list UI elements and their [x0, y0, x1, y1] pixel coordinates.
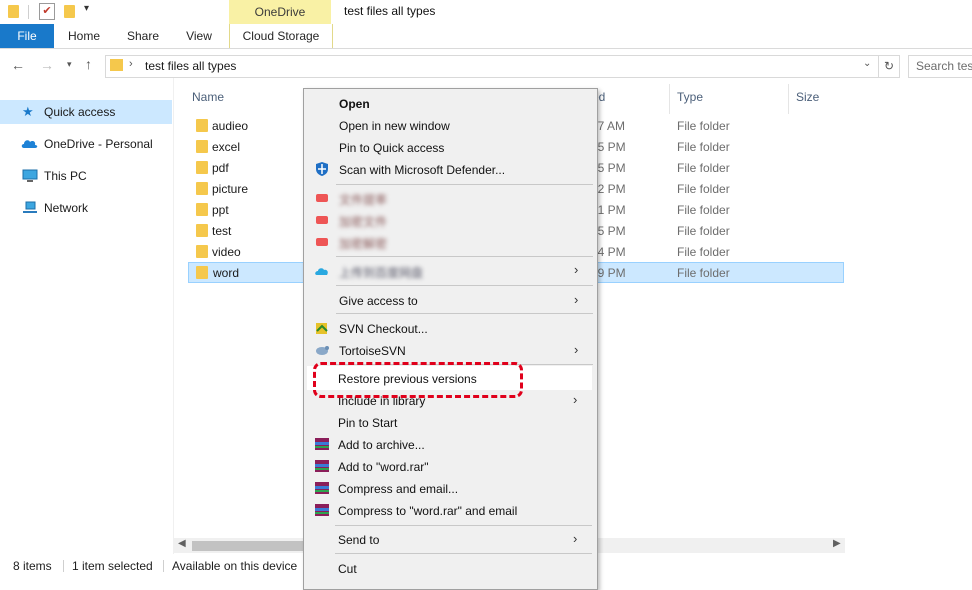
tab-share[interactable]: Share	[117, 24, 169, 48]
folder-icon[interactable]	[8, 5, 19, 18]
defender-shield-icon	[314, 161, 330, 177]
scrollbar-thumb[interactable]	[192, 541, 306, 551]
properties-check-icon[interactable]: ✔	[39, 3, 55, 20]
submenu-arrow-icon: ›	[574, 262, 579, 277]
cloud-icon	[20, 137, 38, 151]
svn-checkout-icon	[314, 320, 330, 336]
submenu-arrow-icon: ›	[573, 392, 578, 407]
breadcrumb-chevron-icon[interactable]: ›	[129, 58, 133, 70]
column-header-size[interactable]: Size	[796, 90, 819, 104]
folder-icon	[196, 182, 208, 195]
folder-icon	[196, 140, 208, 153]
address-dropdown-icon[interactable]: ⌄	[863, 58, 871, 69]
winrar-icon	[314, 480, 330, 499]
menu-item-svn-checkout[interactable]: SVN Checkout...	[339, 322, 428, 336]
new-folder-icon[interactable]	[64, 5, 75, 18]
breadcrumb-current[interactable]: test files all types	[145, 59, 236, 73]
submenu-arrow-icon: ›	[574, 342, 579, 357]
status-availability: Available on this device	[172, 559, 298, 573]
column-separator[interactable]	[669, 84, 670, 114]
tab-file[interactable]: File	[0, 24, 54, 48]
menu-item-blurred[interactable]: 文件提率	[339, 191, 387, 208]
menu-item-give-access[interactable]: Give access to	[339, 294, 418, 308]
folder-icon	[196, 203, 208, 216]
monitor-icon	[22, 169, 38, 183]
tab-view[interactable]: View	[174, 24, 224, 48]
column-header-type[interactable]: Type	[677, 90, 703, 104]
tab-cloud-storage[interactable]: Cloud Storage	[229, 24, 333, 48]
winrar-icon	[314, 436, 330, 455]
customize-toolbar-chevron-icon[interactable]: ▾	[84, 3, 89, 14]
menu-item-add-archive[interactable]: Add to archive...	[338, 438, 425, 452]
menu-item-compress-word-email[interactable]: Compress to "word.rar" and email	[338, 504, 517, 518]
menu-item-add-word-rar[interactable]: Add to "word.rar"	[338, 460, 429, 474]
cloud-upload-icon	[314, 263, 330, 279]
folder-icon	[196, 245, 208, 258]
recent-locations-chevron-icon[interactable]: ▾	[67, 59, 72, 70]
winrar-icon	[314, 502, 330, 521]
submenu-arrow-icon: ›	[573, 531, 578, 546]
status-divider	[163, 560, 164, 572]
menu-separator	[335, 553, 592, 554]
folder-icon	[196, 161, 208, 174]
column-separator[interactable]	[788, 84, 789, 114]
status-item-count: 8 items	[13, 559, 52, 573]
star-icon: ★	[22, 104, 34, 119]
nav-item-quick-access[interactable]: ★ Quick access	[0, 100, 172, 124]
column-header-name[interactable]: Name	[192, 90, 224, 104]
red-app-icon	[314, 190, 330, 206]
menu-item-open[interactable]: Open	[339, 97, 370, 111]
scroll-right-icon[interactable]: ▶	[833, 538, 841, 549]
nav-item-network[interactable]: Network	[0, 196, 172, 220]
menu-item-tortoise-svn[interactable]: TortoiseSVN	[339, 344, 406, 358]
nav-item-onedrive[interactable]: OneDrive - Personal	[0, 132, 172, 156]
scroll-left-icon[interactable]: ◀	[178, 538, 186, 549]
window-title: test files all types	[344, 4, 436, 18]
menu-separator	[335, 525, 592, 526]
menu-separator	[336, 256, 593, 257]
nav-item-this-pc[interactable]: This PC	[0, 164, 172, 188]
menu-item-blurred[interactable]: 加密解密	[339, 235, 387, 252]
folder-icon	[196, 119, 208, 132]
submenu-arrow-icon: ›	[574, 292, 579, 307]
folder-icon	[196, 224, 208, 237]
network-icon	[22, 201, 38, 215]
winrar-icon	[314, 458, 330, 477]
address-folder-icon	[110, 59, 123, 71]
refresh-icon[interactable]: ↻	[878, 55, 900, 78]
menu-item-cut[interactable]: Cut	[338, 562, 357, 576]
menu-item-send-to[interactable]: Send to	[338, 533, 379, 547]
tortoise-svn-icon	[314, 342, 330, 358]
menu-separator	[336, 184, 593, 185]
menu-item-pin-quick-access[interactable]: Pin to Quick access	[339, 141, 444, 155]
folder-icon	[196, 266, 208, 279]
menu-item-blurred-upload[interactable]: 上传到百度网盘	[339, 264, 423, 281]
menu-item-pin-start[interactable]: Pin to Start	[338, 416, 397, 430]
onedrive-context-group: OneDrive	[229, 0, 331, 24]
menu-item-blurred[interactable]: 加密文件	[339, 213, 387, 230]
red-app-icon	[314, 234, 330, 250]
tab-home[interactable]: Home	[58, 24, 110, 48]
red-app-icon	[314, 212, 330, 228]
menu-separator	[336, 313, 593, 314]
menu-item-compress-email[interactable]: Compress and email...	[338, 482, 458, 496]
menu-item-scan-defender[interactable]: Scan with Microsoft Defender...	[339, 163, 505, 177]
menu-separator	[336, 285, 593, 286]
search-placeholder: Search test files all types	[916, 59, 972, 73]
menu-item-open-new-window[interactable]: Open in new window	[339, 119, 450, 133]
back-arrow-icon[interactable]: ←	[11, 57, 25, 73]
title-bar	[0, 0, 972, 24]
status-divider	[63, 560, 64, 572]
annotation-highlight-box	[313, 362, 523, 398]
toolbar-divider	[28, 5, 29, 19]
status-selection: 1 item selected	[72, 559, 153, 573]
up-arrow-icon[interactable]: ↑	[85, 56, 92, 72]
pane-divider[interactable]	[173, 78, 174, 554]
forward-arrow-icon[interactable]: →	[40, 57, 54, 73]
